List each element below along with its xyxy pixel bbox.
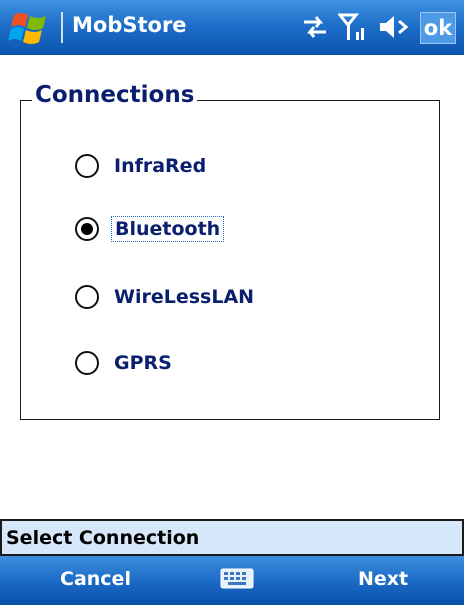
status-strip: Select Connection xyxy=(0,519,464,556)
radio-label-wirelesslan[interactable]: WireLessLAN xyxy=(111,285,257,309)
radio-label-gprs[interactable]: GPRS xyxy=(111,351,175,375)
radio-button-infrared[interactable] xyxy=(75,154,99,178)
windows-start-flag-icon[interactable] xyxy=(8,9,52,47)
speaker-volume-icon[interactable] xyxy=(378,12,410,42)
next-softkey[interactable]: Next xyxy=(358,568,408,590)
radio-selected-dot xyxy=(81,223,93,235)
input-panel-keyboard-icon[interactable] xyxy=(220,567,254,591)
radio-option-gprs[interactable]: GPRS xyxy=(75,346,175,380)
title-separator xyxy=(61,12,63,43)
softkey-menu-bar: Cancel Next xyxy=(0,556,464,605)
radio-button-wirelesslan[interactable] xyxy=(75,285,99,309)
status-text: Select Connection xyxy=(6,526,200,549)
radio-label-infrared[interactable]: InfraRed xyxy=(111,154,209,178)
radio-button-bluetooth[interactable] xyxy=(75,217,99,241)
radio-option-infrared[interactable]: InfraRed xyxy=(75,149,209,183)
cancel-softkey[interactable]: Cancel xyxy=(60,568,131,590)
radio-option-bluetooth[interactable]: Bluetooth xyxy=(75,212,225,246)
radio-label-bluetooth[interactable]: Bluetooth xyxy=(111,216,225,242)
ok-button[interactable]: ok xyxy=(420,12,456,44)
group-title: Connections xyxy=(32,82,198,108)
sync-arrows-icon[interactable] xyxy=(300,12,330,42)
app-title: MobStore xyxy=(72,13,187,37)
title-bar: MobStore ok xyxy=(0,0,464,55)
radio-option-wirelesslan[interactable]: WireLessLAN xyxy=(75,280,257,314)
radio-button-gprs[interactable] xyxy=(75,351,99,375)
signal-strength-icon[interactable] xyxy=(338,12,368,42)
